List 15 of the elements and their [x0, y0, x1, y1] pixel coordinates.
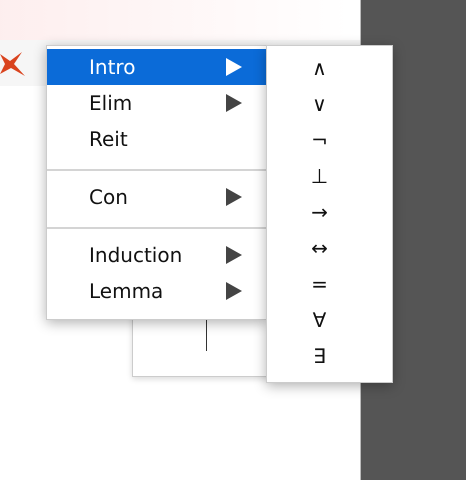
- submenu-item[interactable]: ∃: [267, 338, 392, 374]
- menu-item[interactable]: Induction: [47, 237, 266, 273]
- submenu-item[interactable]: →: [267, 194, 392, 230]
- submenu-item[interactable]: ∀: [267, 302, 392, 338]
- menu-item[interactable]: Con: [47, 179, 266, 215]
- submenu-item[interactable]: =: [267, 266, 392, 302]
- submenu-item[interactable]: ⊥: [267, 158, 392, 194]
- menu-item[interactable]: Elim: [47, 85, 266, 121]
- menu-item[interactable]: Intro: [47, 49, 266, 85]
- submenu-item[interactable]: ↔: [267, 230, 392, 266]
- menu-item[interactable]: Reit: [47, 121, 266, 157]
- submenu-item[interactable]: ¬: [267, 122, 392, 158]
- submenu-item[interactable]: ∧: [267, 50, 392, 86]
- submenu-item[interactable]: ∨: [267, 86, 392, 122]
- menu-item[interactable]: Lemma: [47, 273, 266, 309]
